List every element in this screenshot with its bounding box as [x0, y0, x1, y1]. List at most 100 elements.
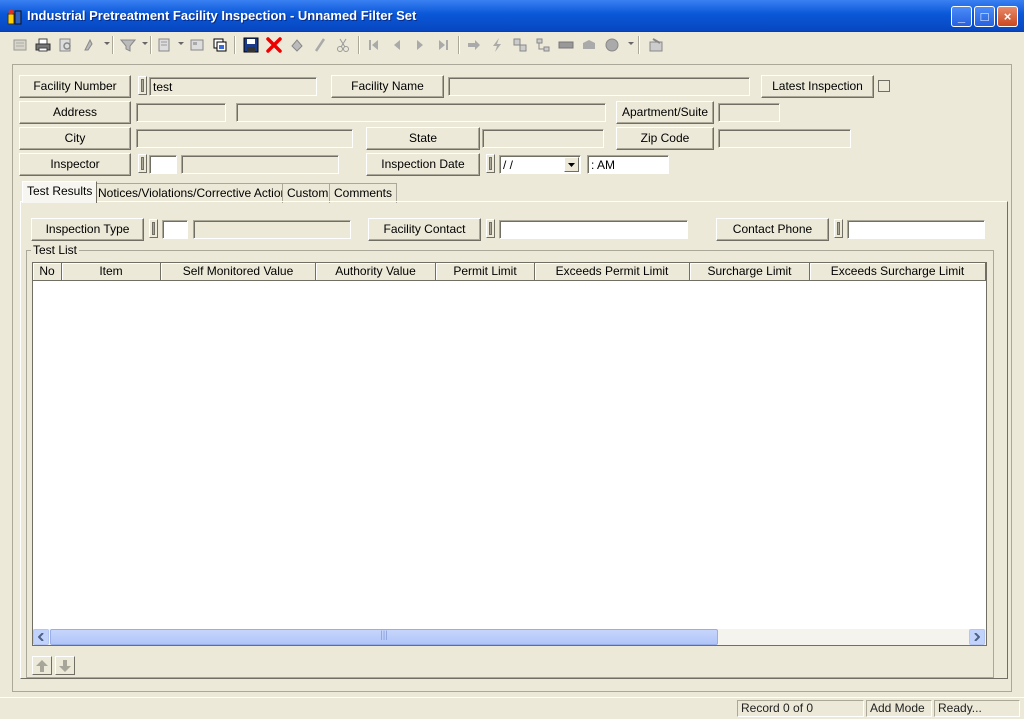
column-header-permit-limit[interactable]: Permit Limit: [436, 263, 535, 281]
copy-window-icon[interactable]: [210, 35, 230, 55]
move-down-button[interactable]: [55, 656, 75, 675]
test-list-grid[interactable]: No Item Self Monitored Value Authority V…: [32, 262, 987, 646]
print-preview-icon[interactable]: [56, 35, 76, 55]
column-header-authority-value[interactable]: Authority Value: [316, 263, 436, 281]
column-header-no[interactable]: No: [33, 263, 62, 281]
facility-contact-button[interactable]: Facility Contact: [368, 218, 481, 241]
window-title: Industrial Pretreatment Facility Inspect…: [27, 8, 417, 23]
column-header-exceeds-permit-limit[interactable]: Exceeds Permit Limit: [535, 263, 690, 281]
scroll-left-icon[interactable]: [33, 629, 49, 645]
form-view-icon[interactable]: [556, 35, 576, 55]
facility-contact-lookup-handle[interactable]: [486, 219, 495, 238]
chevron-down-icon[interactable]: [564, 157, 579, 172]
tab-notices-violations[interactable]: Notices/Violations/Corrective Actions: [93, 183, 299, 203]
last-record-icon[interactable]: [433, 35, 453, 55]
latest-inspection-checkbox[interactable]: [878, 80, 890, 92]
address-button[interactable]: Address: [19, 101, 131, 124]
toolbar: [4, 33, 1020, 59]
zip-code-button[interactable]: Zip Code: [616, 127, 714, 150]
inspection-date-handle[interactable]: [486, 154, 495, 173]
new-record-icon[interactable]: [10, 35, 30, 55]
inspection-date-value: / /: [503, 158, 514, 172]
attachment-icon[interactable]: [579, 35, 599, 55]
inspector-name-field[interactable]: [181, 155, 339, 174]
facility-number-field[interactable]: test: [149, 77, 317, 96]
facility-name-button[interactable]: Facility Name: [331, 75, 444, 98]
status-record: Record 0 of 0: [737, 700, 864, 717]
address-street-field[interactable]: [236, 103, 606, 122]
facility-number-button[interactable]: Facility Number: [19, 75, 131, 98]
app-icon: [6, 8, 24, 26]
inspector-button[interactable]: Inspector: [19, 153, 131, 176]
map-dropdown-icon[interactable]: [628, 42, 634, 45]
save-icon[interactable]: [241, 35, 261, 55]
facility-name-field[interactable]: [448, 77, 750, 96]
next-record-icon[interactable]: [410, 35, 430, 55]
inspection-type-button[interactable]: Inspection Type: [31, 218, 144, 241]
column-header-exceeds-surcharge-limit[interactable]: Exceeds Surcharge Limit: [810, 263, 986, 281]
lightning-icon[interactable]: [487, 35, 507, 55]
inspection-type-desc-field[interactable]: [193, 220, 351, 239]
facility-contact-field[interactable]: [499, 220, 688, 239]
edit-icon[interactable]: [310, 35, 330, 55]
column-header-surcharge-limit[interactable]: Surcharge Limit: [690, 263, 810, 281]
inspection-type-code-field[interactable]: [162, 220, 188, 239]
column-header-item[interactable]: Item: [62, 263, 161, 281]
column-header-self-monitored-value[interactable]: Self Monitored Value: [161, 263, 316, 281]
first-record-icon[interactable]: [364, 35, 384, 55]
contact-phone-field[interactable]: [847, 220, 985, 239]
city-field[interactable]: [136, 129, 353, 148]
inspection-date-picker[interactable]: / /: [499, 155, 581, 174]
inspector-lookup-handle[interactable]: [138, 154, 147, 173]
contact-phone-lookup-handle[interactable]: [834, 219, 843, 238]
toolbar-separator: [234, 36, 236, 54]
state-button[interactable]: State: [366, 127, 480, 150]
scroll-right-icon[interactable]: [969, 629, 985, 645]
delete-icon[interactable]: [264, 35, 284, 55]
facility-number-lookup-handle[interactable]: [138, 76, 147, 95]
close-button[interactable]: ×: [997, 6, 1018, 27]
inspector-code-field[interactable]: [149, 155, 177, 174]
scrollbar-thumb[interactable]: |||: [50, 629, 718, 645]
inspection-date-button[interactable]: Inspection Date: [366, 153, 480, 176]
city-button[interactable]: City: [19, 127, 131, 150]
maximize-button[interactable]: □: [974, 6, 995, 27]
apartment-suite-field[interactable]: [718, 103, 780, 122]
undo-icon[interactable]: [287, 35, 307, 55]
toolbar-separator: [150, 36, 152, 54]
tab-comments[interactable]: Comments: [329, 183, 398, 203]
address-number-field[interactable]: [136, 103, 226, 122]
previous-record-icon[interactable]: [387, 35, 407, 55]
map-icon[interactable]: [602, 35, 622, 55]
apartment-suite-button[interactable]: Apartment/Suite: [616, 101, 714, 124]
move-up-button[interactable]: [32, 656, 52, 675]
minimize-button[interactable]: _: [951, 6, 972, 27]
toolbar-separator: [638, 36, 640, 54]
test-list-label: Test List: [31, 243, 80, 257]
zip-code-field[interactable]: [718, 129, 851, 148]
report-dropdown-icon[interactable]: [178, 42, 184, 45]
report-icon[interactable]: [154, 35, 174, 55]
related-records-icon[interactable]: [510, 35, 530, 55]
contact-phone-button[interactable]: Contact Phone: [716, 218, 829, 241]
export-icon[interactable]: [646, 35, 666, 55]
title-bar[interactable]: Industrial Pretreatment Facility Inspect…: [0, 0, 1024, 32]
filter-dropdown-icon[interactable]: [142, 42, 148, 45]
filter-icon[interactable]: [118, 35, 138, 55]
hierarchy-icon[interactable]: [533, 35, 553, 55]
tab-custom[interactable]: Custom: [282, 183, 334, 203]
query-dropdown-icon[interactable]: [104, 42, 110, 45]
cut-icon[interactable]: [333, 35, 353, 55]
query-icon[interactable]: [80, 35, 100, 55]
latest-inspection-button[interactable]: Latest Inspection: [761, 75, 874, 98]
status-mode: Add Mode: [866, 700, 932, 717]
inspection-time-field[interactable]: : AM: [587, 155, 669, 174]
print-icon[interactable]: [33, 35, 53, 55]
toolbar-separator: [458, 36, 460, 54]
state-field[interactable]: [482, 129, 604, 148]
goto-icon[interactable]: [464, 35, 484, 55]
horizontal-scrollbar[interactable]: |||: [33, 629, 986, 645]
properties-icon[interactable]: [187, 35, 207, 55]
tab-test-results[interactable]: Test Results: [22, 181, 98, 203]
inspection-type-lookup-handle[interactable]: [149, 219, 158, 238]
